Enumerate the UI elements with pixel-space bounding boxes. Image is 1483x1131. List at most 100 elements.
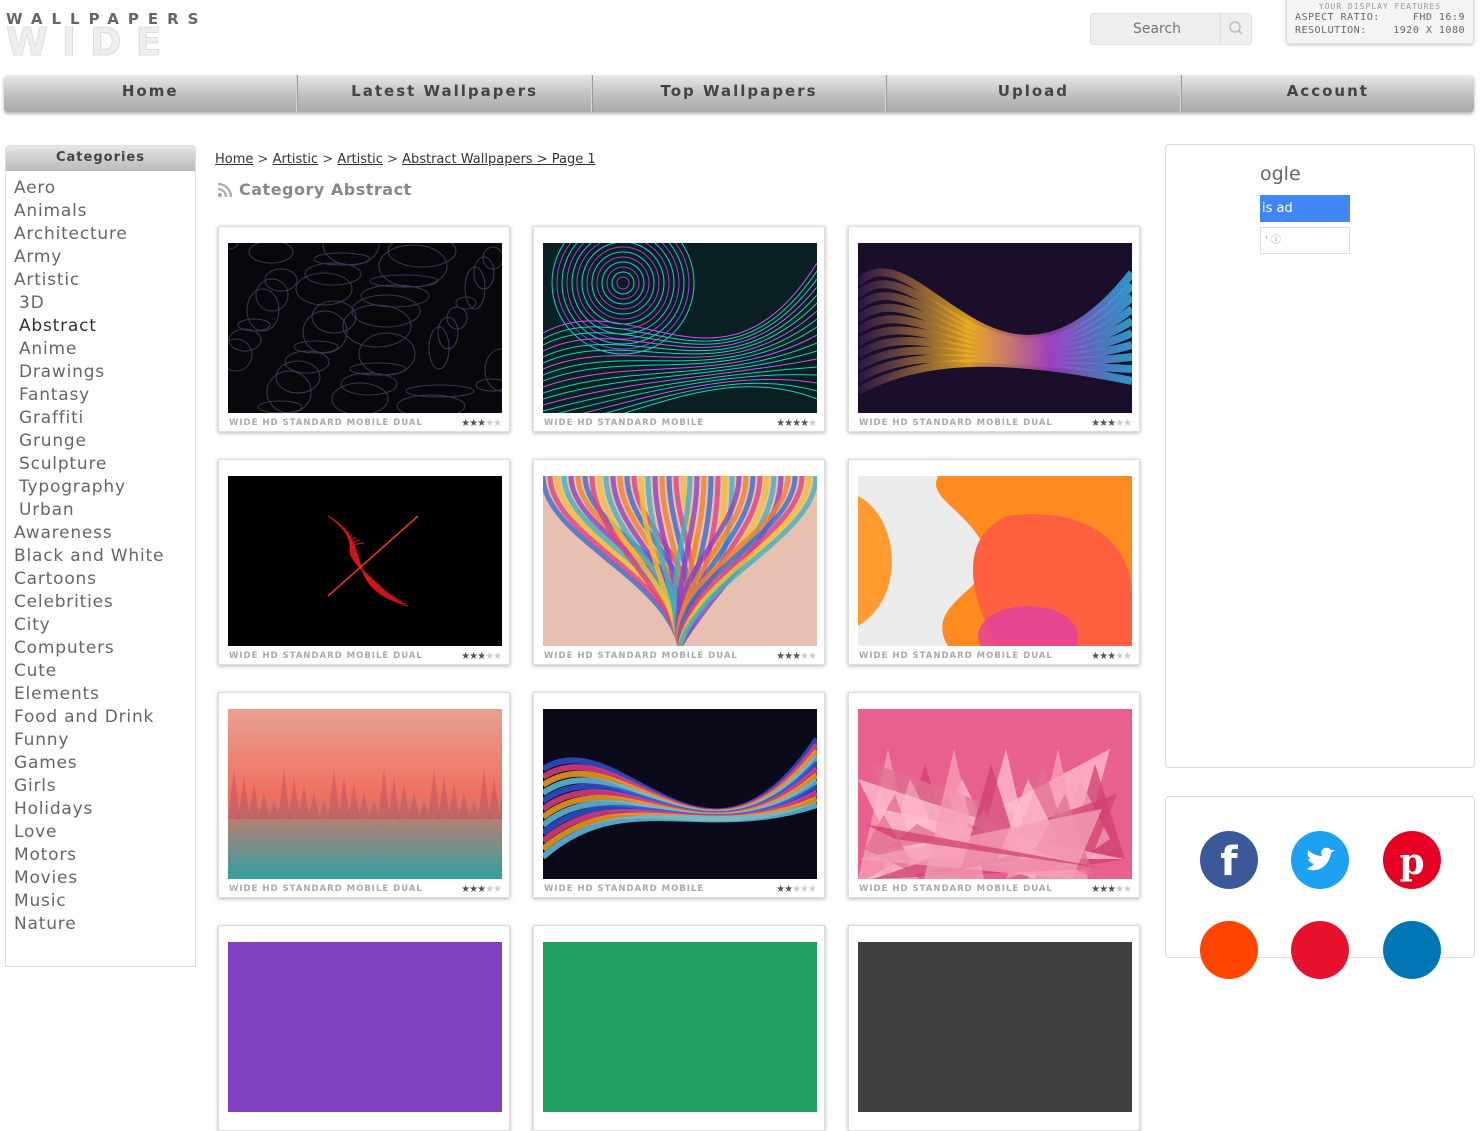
wallpaper-card[interactable] [533, 925, 825, 1131]
wallpaper-thumbnail[interactable] [858, 243, 1132, 413]
wallpaper-card[interactable]: WIDE HD STANDARD MOBILE ★★★★★ [533, 226, 825, 432]
wallpaper-card[interactable]: WIDE HD STANDARD MOBILE DUAL ★★★★★ [218, 226, 510, 432]
wallpaper-tags[interactable]: WIDE HD STANDARD MOBILE DUAL [859, 884, 1053, 894]
category-nature[interactable]: Nature [14, 913, 195, 936]
rating-stars: ★★★★★ [1091, 417, 1132, 429]
wallpaper-thumbnail[interactable] [858, 709, 1132, 879]
category-graffiti[interactable]: Graffiti [14, 407, 195, 430]
breadcrumb-artistic[interactable]: Artistic [273, 152, 319, 167]
breadcrumb-home[interactable]: Home [215, 152, 253, 167]
category-abstract[interactable]: Abstract [14, 315, 195, 338]
wallpaper-card[interactable] [218, 925, 510, 1131]
category-fantasy[interactable]: Fantasy [14, 384, 195, 407]
pinterest-icon[interactable]: p [1383, 831, 1441, 889]
wallpaper-thumbnail[interactable] [228, 243, 502, 413]
rating-stars: ★★★★★ [461, 417, 502, 429]
category-food-and-drink[interactable]: Food and Drink [14, 706, 195, 729]
wallpaper-card[interactable] [848, 925, 1140, 1131]
category-black-and-white[interactable]: Black and White [14, 545, 195, 568]
category-love[interactable]: Love [14, 821, 195, 844]
wallpaper-thumbnail[interactable] [228, 709, 502, 879]
wallpaper-card[interactable]: WIDE HD STANDARD MOBILE DUAL ★★★★★ [218, 692, 510, 898]
category-urban[interactable]: Urban [14, 499, 195, 522]
category-list: Aero Animals Architecture Army Artistic 3D Abs… [6, 171, 195, 936]
wallpaper-tags[interactable]: WIDE HD STANDARD MOBILE DUAL [229, 418, 423, 428]
rss-icon[interactable] [216, 181, 234, 199]
nav-account[interactable]: Account [1180, 75, 1474, 112]
category-funny[interactable]: Funny [14, 729, 195, 752]
wallpaper-tags[interactable]: WIDE HD STANDARD MOBILE DUAL [859, 651, 1053, 661]
category-games[interactable]: Games [14, 752, 195, 775]
breadcrumb-sep: > [382, 152, 403, 167]
search-button[interactable] [1220, 14, 1251, 44]
ad-info[interactable]: ' ⓘ [1260, 227, 1350, 254]
category-movies[interactable]: Movies [14, 867, 195, 890]
category-computers[interactable]: Computers [14, 637, 195, 660]
wallpaper-tags[interactable]: WIDE HD STANDARD MOBILE [544, 884, 704, 894]
nav-latest-wallpapers[interactable]: Latest Wallpapers [297, 75, 592, 112]
category-motors[interactable]: Motors [14, 844, 195, 867]
nav-home[interactable]: Home [4, 75, 298, 112]
category-celebrities[interactable]: Celebrities [14, 591, 195, 614]
breadcrumb-artistic-sub[interactable]: Artistic [337, 152, 383, 167]
category-holidays[interactable]: Holidays [14, 798, 195, 821]
category-cute[interactable]: Cute [14, 660, 195, 683]
svg-text:p: p [1399, 841, 1424, 883]
wallpaper-thumbnail[interactable] [543, 476, 817, 646]
resolution-label: RESOLUTION: [1295, 25, 1367, 36]
wallpaper-tags[interactable]: WIDE HD STANDARD MOBILE DUAL [229, 651, 423, 661]
category-anime[interactable]: Anime [14, 338, 195, 361]
ad-button[interactable]: is ad [1260, 195, 1350, 222]
wallpaper-thumbnail[interactable] [543, 942, 817, 1112]
wallpaper-card[interactable]: WIDE HD STANDARD MOBILE DUAL ★★★★★ [848, 692, 1140, 898]
nav-top-wallpapers[interactable]: Top Wallpapers [591, 75, 887, 112]
wallpaper-thumbnail[interactable] [228, 476, 502, 646]
display-features-panel: YOUR DISPLAY FEATURES ASPECT RATIO: FHD 1… [1286, 0, 1474, 44]
category-girls[interactable]: Girls [14, 775, 195, 798]
category-3d[interactable]: 3D [14, 292, 195, 315]
site-logo[interactable]: WALLPAPERS WIDE [6, 10, 266, 63]
nav-upload[interactable]: Upload [886, 75, 1181, 112]
wallpaper-meta: WIDE HD STANDARD MOBILE DUAL ★★★★★ [859, 882, 1132, 896]
reddit-icon[interactable] [1200, 921, 1258, 979]
wallpaper-card[interactable]: WIDE HD STANDARD MOBILE DUAL ★★★★★ [533, 459, 825, 665]
category-typography[interactable]: Typography [14, 476, 195, 499]
wallpaper-card[interactable]: WIDE HD STANDARD MOBILE ★★★★★ [533, 692, 825, 898]
search-box [1090, 13, 1252, 45]
category-grunge[interactable]: Grunge [14, 430, 195, 453]
category-music[interactable]: Music [14, 890, 195, 913]
wallpaper-tags[interactable]: WIDE HD STANDARD MOBILE DUAL [859, 418, 1053, 428]
wallpaper-tags[interactable]: WIDE HD STANDARD MOBILE [544, 418, 704, 428]
wallpaper-tags[interactable]: WIDE HD STANDARD MOBILE DUAL [229, 884, 423, 894]
category-animals[interactable]: Animals [14, 200, 195, 223]
wallpaper-card[interactable]: WIDE HD STANDARD MOBILE DUAL ★★★★★ [218, 459, 510, 665]
category-elements[interactable]: Elements [14, 683, 195, 706]
search-input[interactable] [1091, 14, 1223, 44]
breadcrumb-current[interactable]: Abstract Wallpapers > Page 1 [402, 152, 596, 167]
wallpaper-thumbnail[interactable] [858, 476, 1132, 646]
wallpaper-meta: WIDE HD STANDARD MOBILE DUAL ★★★★★ [229, 882, 502, 896]
breadcrumb: Home > Artistic > Artistic > Abstract Wa… [215, 152, 596, 167]
wallpaper-thumbnail[interactable] [543, 709, 817, 879]
category-drawings[interactable]: Drawings [14, 361, 195, 384]
aspect-ratio-value: FHD 16:9 [1412, 12, 1465, 23]
twitter-icon[interactable] [1291, 831, 1349, 889]
wallpaper-card[interactable]: WIDE HD STANDARD MOBILE DUAL ★★★★★ [848, 226, 1140, 432]
facebook-icon[interactable]: f [1200, 831, 1258, 889]
category-sculpture[interactable]: Sculpture [14, 453, 195, 476]
category-city[interactable]: City [14, 614, 195, 637]
breadcrumb-sep: > [318, 152, 338, 167]
wallpaper-tags[interactable]: WIDE HD STANDARD MOBILE DUAL [544, 651, 738, 661]
category-artistic[interactable]: Artistic [14, 269, 195, 292]
linkedin-icon[interactable] [1383, 921, 1441, 979]
wallpaper-card[interactable]: WIDE HD STANDARD MOBILE DUAL ★★★★★ [848, 459, 1140, 665]
category-awareness[interactable]: Awareness [14, 522, 195, 545]
wallpaper-thumbnail[interactable] [858, 942, 1132, 1112]
category-aero[interactable]: Aero [14, 177, 195, 200]
wallpaper-thumbnail[interactable] [543, 243, 817, 413]
category-army[interactable]: Army [14, 246, 195, 269]
category-architecture[interactable]: Architecture [14, 223, 195, 246]
category-cartoons[interactable]: Cartoons [14, 568, 195, 591]
wallpaper-thumbnail[interactable] [228, 942, 502, 1112]
email-icon[interactable] [1291, 921, 1349, 979]
